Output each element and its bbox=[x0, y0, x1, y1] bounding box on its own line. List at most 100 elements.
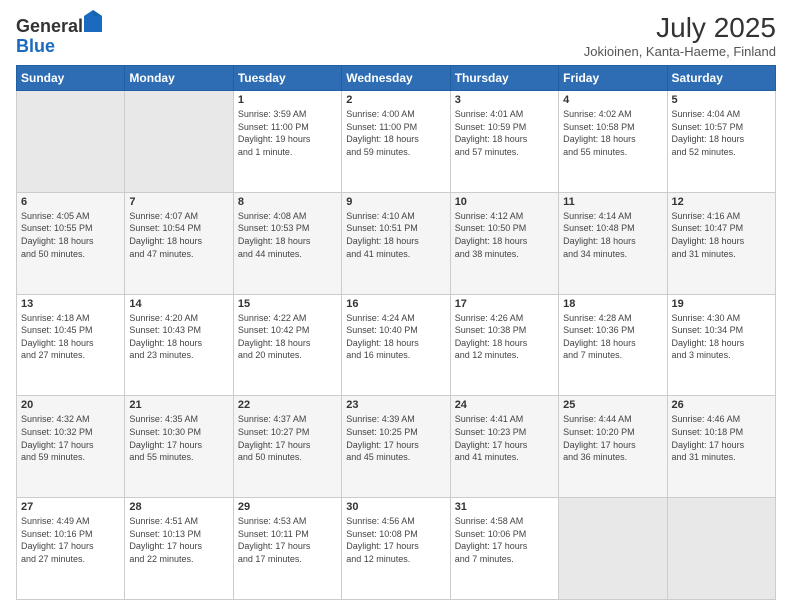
calendar-cell: 15Sunrise: 4:22 AM Sunset: 10:42 PM Dayl… bbox=[233, 294, 341, 396]
day-number: 10 bbox=[455, 196, 554, 208]
calendar-cell: 11 Sunrise: 4:14 AM Sunset: 10:48 PM Dayl… bbox=[559, 192, 667, 294]
col-monday: Monday bbox=[125, 66, 233, 91]
calendar-cell: 8 Sunrise: 4:08 AM Sunset: 10:53 PM Dayli… bbox=[233, 192, 341, 294]
day-number: 9 bbox=[346, 196, 445, 208]
day-number: 25 bbox=[563, 399, 662, 411]
calendar-cell bbox=[559, 498, 667, 600]
day-info: Sunrise: 4:08 AM Sunset: 10:53 PM Daylig… bbox=[238, 210, 337, 260]
day-info: Sunrise: 4:53 AM Sunset: 10:11 PM Daylig… bbox=[238, 515, 337, 565]
day-info: Sunrise: 4:00 AM Sunset: 11:00 PM Daylig… bbox=[346, 108, 445, 158]
header: General Blue July 2025 Jokioinen, Kanta-… bbox=[16, 12, 776, 59]
day-number: 18 bbox=[563, 298, 662, 310]
calendar-cell: 18 Sunrise: 4:28 AM Sunset: 10:36 PM Dayl… bbox=[559, 294, 667, 396]
col-thursday: Thursday bbox=[450, 66, 558, 91]
day-info: Sunrise: 4:14 AM Sunset: 10:48 PM Daylig… bbox=[563, 210, 662, 260]
day-info: Sunrise: 4:41 AM Sunset: 10:23 PM Daylig… bbox=[455, 413, 554, 463]
calendar-cell: 3 Sunrise: 4:01 AM Sunset: 10:59 PM Dayli… bbox=[450, 91, 558, 193]
day-info: Sunrise: 4:46 AM Sunset: 10:18 PM Daylig… bbox=[672, 413, 771, 463]
day-number: 17 bbox=[455, 298, 554, 310]
week-row-3: 13Sunrise: 4:18 AM Sunset: 10:45 PM Dayl… bbox=[17, 294, 776, 396]
main-title: July 2025 bbox=[584, 12, 776, 44]
calendar-cell: 30 Sunrise: 4:56 AM Sunset: 10:08 PM Dayl… bbox=[342, 498, 450, 600]
title-block: July 2025 Jokioinen, Kanta-Haeme, Finlan… bbox=[584, 12, 776, 59]
calendar-cell: 21Sunrise: 4:35 AM Sunset: 10:30 PM Dayl… bbox=[125, 396, 233, 498]
calendar-cell: 12Sunrise: 4:16 AM Sunset: 10:47 PM Dayl… bbox=[667, 192, 775, 294]
day-number: 28 bbox=[129, 501, 228, 513]
day-info: Sunrise: 4:56 AM Sunset: 10:08 PM Daylig… bbox=[346, 515, 445, 565]
day-number: 4 bbox=[563, 94, 662, 106]
calendar-cell: 7 Sunrise: 4:07 AM Sunset: 10:54 PM Dayli… bbox=[125, 192, 233, 294]
calendar-cell: 10 Sunrise: 4:12 AM Sunset: 10:50 PM Dayl… bbox=[450, 192, 558, 294]
day-info: Sunrise: 4:37 AM Sunset: 10:27 PM Daylig… bbox=[238, 413, 337, 463]
calendar-cell: 25Sunrise: 4:44 AM Sunset: 10:20 PM Dayl… bbox=[559, 396, 667, 498]
calendar-cell: 4Sunrise: 4:02 AM Sunset: 10:58 PM Dayli… bbox=[559, 91, 667, 193]
day-info: Sunrise: 4:58 AM Sunset: 10:06 PM Daylig… bbox=[455, 515, 554, 565]
day-info: Sunrise: 4:12 AM Sunset: 10:50 PM Daylig… bbox=[455, 210, 554, 260]
calendar-header-row: Sunday Monday Tuesday Wednesday Thursday… bbox=[17, 66, 776, 91]
day-info: Sunrise: 4:05 AM Sunset: 10:55 PM Daylig… bbox=[21, 210, 120, 260]
logo: General Blue bbox=[16, 12, 102, 57]
week-row-5: 27Sunrise: 4:49 AM Sunset: 10:16 PM Dayl… bbox=[17, 498, 776, 600]
day-info: Sunrise: 4:16 AM Sunset: 10:47 PM Daylig… bbox=[672, 210, 771, 260]
col-wednesday: Wednesday bbox=[342, 66, 450, 91]
col-saturday: Saturday bbox=[667, 66, 775, 91]
day-info: Sunrise: 4:28 AM Sunset: 10:36 PM Daylig… bbox=[563, 312, 662, 362]
calendar-cell: 24Sunrise: 4:41 AM Sunset: 10:23 PM Dayl… bbox=[450, 396, 558, 498]
day-number: 22 bbox=[238, 399, 337, 411]
day-info: Sunrise: 4:01 AM Sunset: 10:59 PM Daylig… bbox=[455, 108, 554, 158]
day-number: 26 bbox=[672, 399, 771, 411]
day-number: 1 bbox=[238, 94, 337, 106]
day-number: 8 bbox=[238, 196, 337, 208]
calendar-cell: 19Sunrise: 4:30 AM Sunset: 10:34 PM Dayl… bbox=[667, 294, 775, 396]
logo-blue: Blue bbox=[16, 36, 55, 56]
day-number: 29 bbox=[238, 501, 337, 513]
col-tuesday: Tuesday bbox=[233, 66, 341, 91]
day-number: 13 bbox=[21, 298, 120, 310]
page: General Blue July 2025 Jokioinen, Kanta-… bbox=[0, 0, 792, 612]
calendar-cell: 17Sunrise: 4:26 AM Sunset: 10:38 PM Dayl… bbox=[450, 294, 558, 396]
day-number: 11 bbox=[563, 196, 662, 208]
day-info: Sunrise: 4:07 AM Sunset: 10:54 PM Daylig… bbox=[129, 210, 228, 260]
day-info: Sunrise: 4:10 AM Sunset: 10:51 PM Daylig… bbox=[346, 210, 445, 260]
day-number: 3 bbox=[455, 94, 554, 106]
day-number: 15 bbox=[238, 298, 337, 310]
col-friday: Friday bbox=[559, 66, 667, 91]
calendar-cell: 29 Sunrise: 4:53 AM Sunset: 10:11 PM Dayl… bbox=[233, 498, 341, 600]
week-row-4: 20 Sunrise: 4:32 AM Sunset: 10:32 PM Dayl… bbox=[17, 396, 776, 498]
day-number: 31 bbox=[455, 501, 554, 513]
calendar-cell: 5Sunrise: 4:04 AM Sunset: 10:57 PM Dayli… bbox=[667, 91, 775, 193]
day-info: Sunrise: 4:32 AM Sunset: 10:32 PM Daylig… bbox=[21, 413, 120, 463]
day-number: 19 bbox=[672, 298, 771, 310]
calendar-cell: 9 Sunrise: 4:10 AM Sunset: 10:51 PM Dayli… bbox=[342, 192, 450, 294]
calendar-cell: 31 Sunrise: 4:58 AM Sunset: 10:06 PM Dayl… bbox=[450, 498, 558, 600]
day-info: Sunrise: 4:24 AM Sunset: 10:40 PM Daylig… bbox=[346, 312, 445, 362]
calendar-cell: 2 Sunrise: 4:00 AM Sunset: 11:00 PM Dayli… bbox=[342, 91, 450, 193]
day-number: 27 bbox=[21, 501, 120, 513]
day-info: Sunrise: 4:39 AM Sunset: 10:25 PM Daylig… bbox=[346, 413, 445, 463]
day-number: 20 bbox=[21, 399, 120, 411]
day-number: 16 bbox=[346, 298, 445, 310]
calendar-cell: 6Sunrise: 4:05 AM Sunset: 10:55 PM Dayli… bbox=[17, 192, 125, 294]
logo-general: General bbox=[16, 16, 83, 36]
week-row-2: 6Sunrise: 4:05 AM Sunset: 10:55 PM Dayli… bbox=[17, 192, 776, 294]
logo-icon bbox=[84, 10, 102, 32]
calendar-cell: 22 Sunrise: 4:37 AM Sunset: 10:27 PM Dayl… bbox=[233, 396, 341, 498]
day-number: 30 bbox=[346, 501, 445, 513]
calendar-cell: 16 Sunrise: 4:24 AM Sunset: 10:40 PM Dayl… bbox=[342, 294, 450, 396]
calendar-cell: 28 Sunrise: 4:51 AM Sunset: 10:13 PM Dayl… bbox=[125, 498, 233, 600]
day-info: Sunrise: 4:51 AM Sunset: 10:13 PM Daylig… bbox=[129, 515, 228, 565]
logo-text: General Blue bbox=[16, 12, 102, 57]
day-number: 14 bbox=[129, 298, 228, 310]
calendar-cell: 23Sunrise: 4:39 AM Sunset: 10:25 PM Dayl… bbox=[342, 396, 450, 498]
calendar-table: Sunday Monday Tuesday Wednesday Thursday… bbox=[16, 65, 776, 600]
day-info: Sunrise: 4:04 AM Sunset: 10:57 PM Daylig… bbox=[672, 108, 771, 158]
calendar-cell: 14Sunrise: 4:20 AM Sunset: 10:43 PM Dayl… bbox=[125, 294, 233, 396]
day-number: 7 bbox=[129, 196, 228, 208]
subtitle: Jokioinen, Kanta-Haeme, Finland bbox=[584, 44, 776, 59]
day-number: 2 bbox=[346, 94, 445, 106]
calendar-cell bbox=[125, 91, 233, 193]
calendar-cell: 27Sunrise: 4:49 AM Sunset: 10:16 PM Dayl… bbox=[17, 498, 125, 600]
day-info: Sunrise: 3:59 AM Sunset: 11:00 PM Daylig… bbox=[238, 108, 337, 158]
calendar-cell: 26 Sunrise: 4:46 AM Sunset: 10:18 PM Dayl… bbox=[667, 396, 775, 498]
calendar-cell: 20 Sunrise: 4:32 AM Sunset: 10:32 PM Dayl… bbox=[17, 396, 125, 498]
